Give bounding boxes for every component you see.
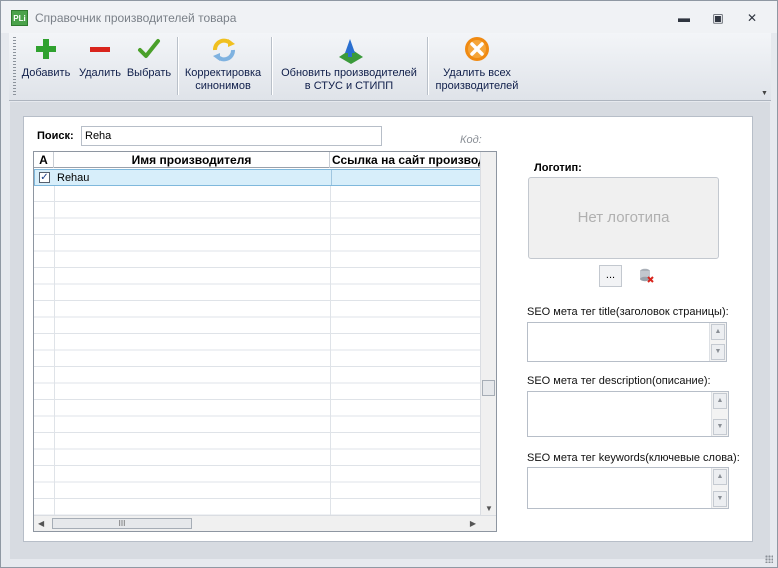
grid-vertical-scrollbar[interactable]: ▼ (480, 152, 496, 515)
minus-icon (86, 35, 114, 63)
logo-label: Логотип: (534, 162, 582, 174)
scroll-left-icon[interactable]: ◀ (38, 519, 44, 528)
scroll-down-icon[interactable]: ▼ (711, 344, 725, 360)
seo-title-label: SEO мета тег title(заголовок страницы): (527, 306, 729, 318)
delete-logo-icon[interactable] (638, 267, 654, 283)
minimize-button[interactable]: ▬ (673, 9, 695, 27)
grid-rows: ✓ Rehau (34, 169, 496, 515)
search-input[interactable] (81, 126, 382, 146)
delete-circle-icon (463, 35, 491, 63)
scroll-down-icon[interactable]: ▼ (713, 419, 727, 435)
seo-keywords-label: SEO мета тег keywords(ключевые слова): (527, 452, 740, 464)
plus-icon (32, 35, 60, 63)
delete-button[interactable]: Удалить (75, 35, 125, 80)
delete-label: Удалить (79, 67, 121, 79)
main-panel: Поиск: Код: А Имя производителя Ссылка н… (10, 102, 770, 559)
column-header-name[interactable]: Имя производителя (54, 152, 330, 168)
row-active-checkbox[interactable]: ✓ (39, 172, 50, 183)
column-header-url[interactable]: Ссылка на сайт производителя (330, 152, 496, 168)
seo-title-scrollbar[interactable]: ▲ ▼ (709, 323, 726, 361)
seo-keywords-field[interactable]: ▲ ▼ (527, 467, 729, 509)
column-divider (331, 170, 332, 185)
correct-synonyms-button[interactable]: Корректировка синонимов (179, 35, 267, 93)
browse-logo-button[interactable]: ... (599, 265, 622, 287)
scroll-up-icon[interactable]: ▲ (713, 393, 727, 409)
manufacturers-grid: А Имя производителя Ссылка на сайт произ… (33, 151, 497, 532)
seo-description-field[interactable]: ▲ ▼ (527, 391, 729, 437)
seo-keywords-scrollbar[interactable]: ▲ ▼ (711, 468, 728, 508)
correct-synonyms-line1: Корректировка (184, 67, 262, 79)
seo-description-label: SEO мета тег description(описание): (527, 375, 711, 387)
maximize-button[interactable]: ▣ (707, 9, 729, 27)
grid-horizontal-scrollbar[interactable]: ◀ III ▶ (34, 515, 496, 531)
correct-synonyms-line2: синонимов (195, 80, 251, 92)
close-button[interactable]: ✕ (741, 9, 763, 27)
refresh-icon (209, 35, 237, 63)
vertical-scroll-thumb[interactable] (482, 380, 495, 396)
delete-all-button[interactable]: Удалить всех производителей (429, 35, 525, 93)
row-manufacturer-name[interactable]: Rehau (57, 172, 89, 184)
logo-preview: Нет логотипа (528, 177, 719, 259)
column-divider (330, 169, 331, 515)
toolbar-separator (271, 37, 272, 95)
toolbar-overflow-icon[interactable]: ▼ (761, 90, 769, 98)
update-manufacturers-line2: в СТУС и СТИПП (304, 80, 394, 92)
toolbar-separator (177, 37, 178, 95)
seo-title-field[interactable]: ▲ ▼ (527, 322, 727, 362)
scroll-down-icon[interactable]: ▼ (485, 504, 493, 513)
toolbar: Добавить Удалить Выбрать Корректировка с… (9, 33, 771, 101)
add-button[interactable]: Добавить (19, 35, 73, 80)
grid-header: А Имя производителя Ссылка на сайт произ… (34, 152, 496, 168)
select-label: Выбрать (126, 67, 172, 79)
code-label: Код: (460, 134, 482, 146)
scroll-up-icon[interactable]: ▲ (713, 469, 727, 485)
column-divider (54, 169, 55, 515)
checkmark-icon (135, 35, 163, 63)
scroll-right-icon[interactable]: ▶ (470, 519, 476, 528)
toolbar-separator (427, 37, 428, 95)
toolbar-grip[interactable] (13, 37, 16, 97)
seo-description-scrollbar[interactable]: ▲ ▼ (711, 392, 728, 436)
horizontal-scroll-thumb[interactable]: III (52, 518, 192, 529)
column-header-active[interactable]: А (34, 152, 54, 168)
content-area: Поиск: Код: А Имя производителя Ссылка н… (23, 116, 753, 542)
select-button[interactable]: Выбрать (123, 35, 175, 80)
table-row[interactable]: ✓ Rehau (34, 169, 495, 186)
window-title: Справочник производителей товара (35, 11, 237, 25)
manufacturers-window: PLi Справочник производителей товара ▬ ▣… (0, 0, 778, 568)
update-icon (335, 35, 363, 64)
delete-all-line2: производителей (435, 80, 519, 92)
update-manufacturers-button[interactable]: Обновить производителей в СТУС и СТИПП (273, 35, 425, 93)
delete-all-line1: Удалить всех (443, 67, 511, 79)
app-icon: PLi (11, 10, 28, 26)
update-manufacturers-line1: Обновить производителей (281, 67, 417, 79)
title-bar: PLi Справочник производителей товара ▬ ▣… (1, 1, 777, 33)
search-label: Поиск: (37, 130, 74, 142)
add-label: Добавить (21, 67, 71, 79)
resize-grip[interactable] (765, 555, 773, 563)
scroll-up-icon[interactable]: ▲ (711, 324, 725, 340)
scroll-down-icon[interactable]: ▼ (713, 491, 727, 507)
